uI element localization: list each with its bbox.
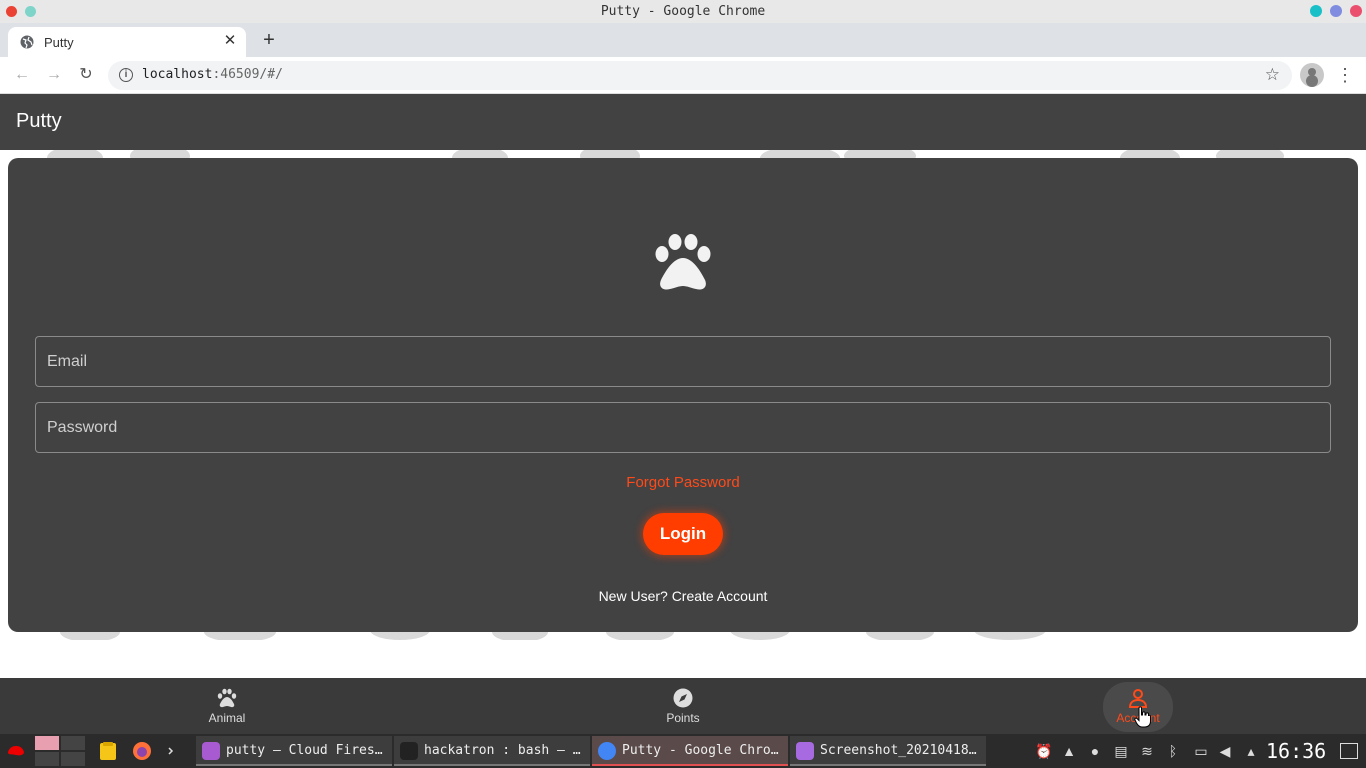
battery-icon[interactable]: ▭: [1191, 742, 1211, 760]
bluetooth-icon[interactable]: ᛒ: [1165, 742, 1181, 760]
task-label: hackatron : bash — …: [424, 743, 581, 758]
address-bar[interactable]: i localhost:46509/#/ ☆: [108, 61, 1292, 90]
login-card: Forgot Password Login New User? Create A…: [8, 158, 1358, 632]
wifi-icon[interactable]: ≋: [1139, 742, 1155, 760]
tab-title: Putty: [44, 35, 74, 50]
chrome-task-icon: [598, 742, 616, 760]
task-chrome[interactable]: Putty - Google Chro…: [592, 736, 788, 766]
vlc-icon[interactable]: ▲: [1061, 742, 1077, 760]
workspace-switcher[interactable]: [35, 736, 85, 766]
os-taskbar: putty – Cloud Fires… hackatron : bash — …: [0, 734, 1366, 768]
url-host: localhost: [142, 67, 213, 82]
app-title: Putty: [16, 110, 62, 132]
firefox-icon[interactable]: [132, 741, 152, 761]
window-controls: [1310, 5, 1362, 17]
nav-label-points: Points: [666, 711, 700, 725]
minimize-button[interactable]: [1310, 5, 1322, 17]
globe-icon: [20, 35, 34, 49]
password-input[interactable]: [36, 403, 1330, 452]
app-viewport: Putty Email Forgot Password Login New Us…: [0, 94, 1366, 678]
url-text: localhost:46509/#/: [142, 67, 283, 82]
compass-icon: [673, 688, 693, 708]
login-button[interactable]: Login: [643, 513, 723, 555]
new-tab-button[interactable]: +: [258, 30, 280, 52]
screenshot-task-icon: [796, 742, 814, 760]
bottom-navigation: Animal Points Account: [0, 678, 1366, 734]
nav-item-animal[interactable]: Animal: [167, 678, 287, 734]
task-label: putty – Cloud Fires…: [226, 743, 383, 758]
browser-toolbar: ← → ↻ i localhost:46509/#/ ☆ ⋮: [0, 57, 1366, 94]
tab-close-icon[interactable]: ✕: [222, 33, 238, 49]
redhat-icon[interactable]: [6, 741, 26, 761]
app-bar: Putty: [0, 94, 1366, 150]
task-firefox[interactable]: putty – Cloud Fires…: [196, 736, 392, 766]
paw-logo-icon: [655, 234, 711, 290]
files-icon[interactable]: [98, 741, 118, 761]
window-title: Putty - Google Chrome: [600, 4, 766, 19]
terminal-task-icon: [400, 742, 418, 760]
create-account-link[interactable]: New User? Create Account: [8, 588, 1358, 604]
hand-cursor-icon: [1134, 706, 1151, 728]
task-screenshot[interactable]: Screenshot_20210418…: [790, 736, 986, 766]
password-field[interactable]: [35, 402, 1331, 453]
email-field[interactable]: [35, 336, 1331, 387]
nav-label-animal: Animal: [208, 711, 246, 725]
info-icon[interactable]: i: [119, 68, 133, 82]
forward-icon[interactable]: →: [44, 65, 64, 85]
kebab-menu-icon[interactable]: ⋮: [1336, 65, 1354, 85]
reload-icon[interactable]: ↻: [76, 65, 96, 85]
alarm-icon[interactable]: ⏰: [1035, 742, 1052, 760]
firefox-task-icon: [202, 742, 220, 760]
url-path: :46509/#/: [212, 67, 283, 82]
task-terminal[interactable]: hackatron : bash — …: [394, 736, 590, 766]
browser-tab[interactable]: Putty ✕: [8, 27, 246, 57]
task-label: Putty - Google Chro…: [622, 743, 779, 758]
tab-strip: Putty ✕ +: [0, 23, 1366, 57]
forgot-password-link[interactable]: Forgot Password: [8, 474, 1358, 491]
clock: 16:36: [1266, 739, 1327, 763]
maximize-button[interactable]: [1330, 5, 1342, 17]
account-icon: [1128, 689, 1148, 708]
back-icon[interactable]: ←: [12, 65, 32, 85]
volume-icon[interactable]: ◀: [1217, 742, 1233, 760]
location-icon[interactable]: ●: [1087, 742, 1103, 760]
window-titlebar: Putty - Google Chrome: [0, 0, 1366, 23]
task-label: Screenshot_20210418…: [820, 743, 977, 758]
email-input[interactable]: [36, 337, 1330, 386]
paw-icon: [217, 688, 237, 708]
show-desktop-icon[interactable]: [1340, 743, 1358, 759]
profile-avatar-icon[interactable]: [1300, 63, 1324, 87]
close-window-button[interactable]: [1350, 5, 1362, 17]
tray-expand-icon[interactable]: ▴: [1243, 742, 1259, 760]
terminal-icon[interactable]: [164, 741, 184, 761]
nav-item-points[interactable]: Points: [623, 678, 743, 734]
bookmark-star-icon[interactable]: ☆: [1265, 65, 1280, 85]
clipboard-icon[interactable]: ▤: [1113, 742, 1129, 760]
